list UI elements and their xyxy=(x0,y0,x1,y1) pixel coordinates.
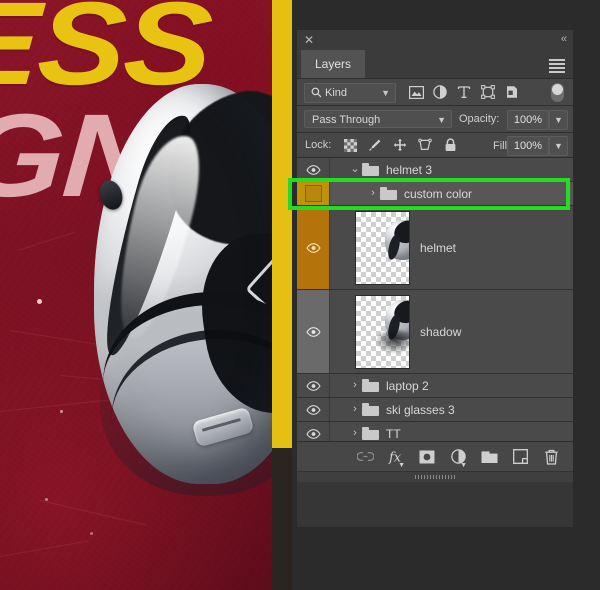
layer-visibility-toggle[interactable] xyxy=(297,374,330,397)
group-expand-twisty[interactable]: ⌄ xyxy=(348,164,362,175)
panel-tab-bar: Layers xyxy=(297,50,573,79)
layer-visibility-toggle[interactable] xyxy=(297,422,330,441)
lock-label: Lock: xyxy=(305,139,332,151)
layer-visibility-toggle[interactable] xyxy=(297,158,330,181)
group-expand-twisty[interactable]: › xyxy=(366,188,380,199)
shadow-thumbnail[interactable] xyxy=(355,294,410,369)
layer-visibility-toggle[interactable] xyxy=(297,290,330,373)
layer-visibility-toggle[interactable] xyxy=(297,206,330,289)
folder-icon xyxy=(362,427,379,440)
panel-title-bar[interactable]: ✕ « xyxy=(297,30,573,50)
layer-name: laptop 2 xyxy=(386,378,429,393)
dust-speck xyxy=(60,410,63,413)
link-layers-button[interactable] xyxy=(355,447,375,467)
caret-down-icon: ▼ xyxy=(398,461,405,469)
layer-row-laptop-2[interactable]: › laptop 2 xyxy=(297,374,573,398)
fill-input[interactable]: 100% xyxy=(507,136,549,156)
eye-icon xyxy=(305,242,321,253)
pixel-layer-filter-icon[interactable] xyxy=(404,82,428,102)
chevron-down-icon[interactable]: ▼ xyxy=(381,84,390,102)
close-icon[interactable]: ✕ xyxy=(303,34,315,46)
lock-row: Lock: Fill: 100% ▼ xyxy=(297,133,573,158)
tab-layers[interactable]: Layers xyxy=(301,50,366,78)
new-group-button[interactable] xyxy=(479,447,499,467)
layer-row-tt[interactable]: › TT xyxy=(297,422,573,441)
helmet-thumbnail-art xyxy=(385,217,409,261)
shadow-thumbnail-blob xyxy=(375,329,409,354)
lock-artboard-nesting-icon[interactable] xyxy=(414,135,436,155)
helmet-thumbnail[interactable] xyxy=(355,210,410,285)
layer-name: custom color xyxy=(404,186,473,201)
blend-mode-select[interactable]: Pass Through ▼ xyxy=(304,110,452,128)
filter-kind-label: Kind xyxy=(325,87,348,99)
group-expand-twisty[interactable]: › xyxy=(348,404,362,415)
new-layer-button[interactable] xyxy=(510,447,530,467)
panel-resize-grip-row[interactable] xyxy=(297,471,573,482)
caret-down-icon: ▼ xyxy=(460,461,467,469)
magnifier-icon xyxy=(311,87,322,98)
layer-style-fx-button[interactable]: fx ▼ xyxy=(386,447,406,469)
layer-name: TT xyxy=(386,426,401,441)
shape-layer-filter-icon[interactable] xyxy=(476,82,500,102)
helmet-artwork xyxy=(90,78,292,514)
document-canvas[interactable]: ESS IGN xyxy=(0,0,292,590)
visibility-hover-square-icon xyxy=(304,185,322,202)
lock-all-icon[interactable] xyxy=(439,135,461,155)
layer-row-custom-color[interactable]: › custom color xyxy=(297,182,573,206)
opacity-input[interactable]: 100% xyxy=(507,110,549,130)
opacity-stepper[interactable]: ▼ xyxy=(549,110,568,130)
folder-icon xyxy=(362,403,379,416)
resize-grip-icon[interactable] xyxy=(415,475,455,479)
adjustment-layer-filter-icon[interactable] xyxy=(428,82,452,102)
filter-kind-select[interactable]: Kind ▼ xyxy=(304,83,396,103)
layers-panel: ✕ « Layers Kind ▼ Pass Through ▼ Opacity… xyxy=(297,30,573,527)
new-adjustment-layer-button[interactable]: ▼ xyxy=(448,447,468,469)
group-expand-twisty[interactable]: › xyxy=(348,428,362,439)
lock-position-icon[interactable] xyxy=(389,135,411,155)
chevron-down-icon[interactable]: ▼ xyxy=(437,111,446,129)
canvas-yellow-bar-shadow xyxy=(272,448,292,590)
layer-name: shadow xyxy=(420,324,462,339)
layer-visibility-toggle[interactable] xyxy=(297,182,330,205)
folder-icon xyxy=(380,187,397,200)
delete-layer-button[interactable] xyxy=(541,447,561,467)
blend-mode-row: Pass Through ▼ Opacity: 100% ▼ xyxy=(297,106,573,133)
dust-speck xyxy=(90,532,93,535)
eye-icon xyxy=(305,380,321,391)
opacity-label: Opacity: xyxy=(459,113,500,125)
double-chevron-left-icon[interactable]: « xyxy=(561,33,567,46)
lock-image-pixels-icon[interactable] xyxy=(364,135,386,155)
layer-name: ski glasses 3 xyxy=(386,402,455,417)
layer-row-ski-glasses-3[interactable]: › ski glasses 3 xyxy=(297,398,573,422)
layer-row-shadow[interactable]: shadow xyxy=(297,290,573,374)
eye-icon xyxy=(305,428,321,439)
filter-enable-toggle[interactable] xyxy=(551,83,564,102)
smart-object-filter-icon[interactable] xyxy=(500,82,524,102)
type-layer-filter-icon[interactable] xyxy=(452,82,476,102)
layer-row-helmet[interactable]: helmet xyxy=(297,206,573,290)
lock-transparent-pixels-icon[interactable] xyxy=(339,135,361,155)
dust-speck xyxy=(37,299,42,304)
lock-icon-group xyxy=(339,135,461,155)
layer-name: helmet 3 xyxy=(386,162,433,177)
layer-visibility-toggle[interactable] xyxy=(297,398,330,421)
dust-speck xyxy=(45,498,48,501)
filter-type-icons xyxy=(404,82,524,102)
layer-filter-row: Kind ▼ xyxy=(297,79,573,106)
hamburger-menu-icon[interactable] xyxy=(549,59,565,73)
add-layer-mask-button[interactable] xyxy=(417,447,437,467)
screen: ESS IGN ✕ « Layers Kind ▼ Pass Through ▼… xyxy=(0,0,600,590)
layer-list[interactable]: ⌄ helmet 3 › custom color helmet shadow … xyxy=(297,158,573,441)
eye-icon xyxy=(305,326,321,337)
layer-name: helmet xyxy=(420,240,457,255)
eye-icon xyxy=(305,404,321,415)
group-expand-twisty[interactable]: › xyxy=(348,380,362,391)
eye-icon xyxy=(305,164,321,175)
folder-icon xyxy=(362,163,379,176)
layers-bottom-toolbar: fx ▼ ▼ xyxy=(297,441,573,471)
blend-mode-value: Pass Through xyxy=(312,114,381,126)
fill-stepper[interactable]: ▼ xyxy=(549,136,568,156)
layer-row-helmet-3[interactable]: ⌄ helmet 3 xyxy=(297,158,573,182)
folder-icon xyxy=(362,379,379,392)
